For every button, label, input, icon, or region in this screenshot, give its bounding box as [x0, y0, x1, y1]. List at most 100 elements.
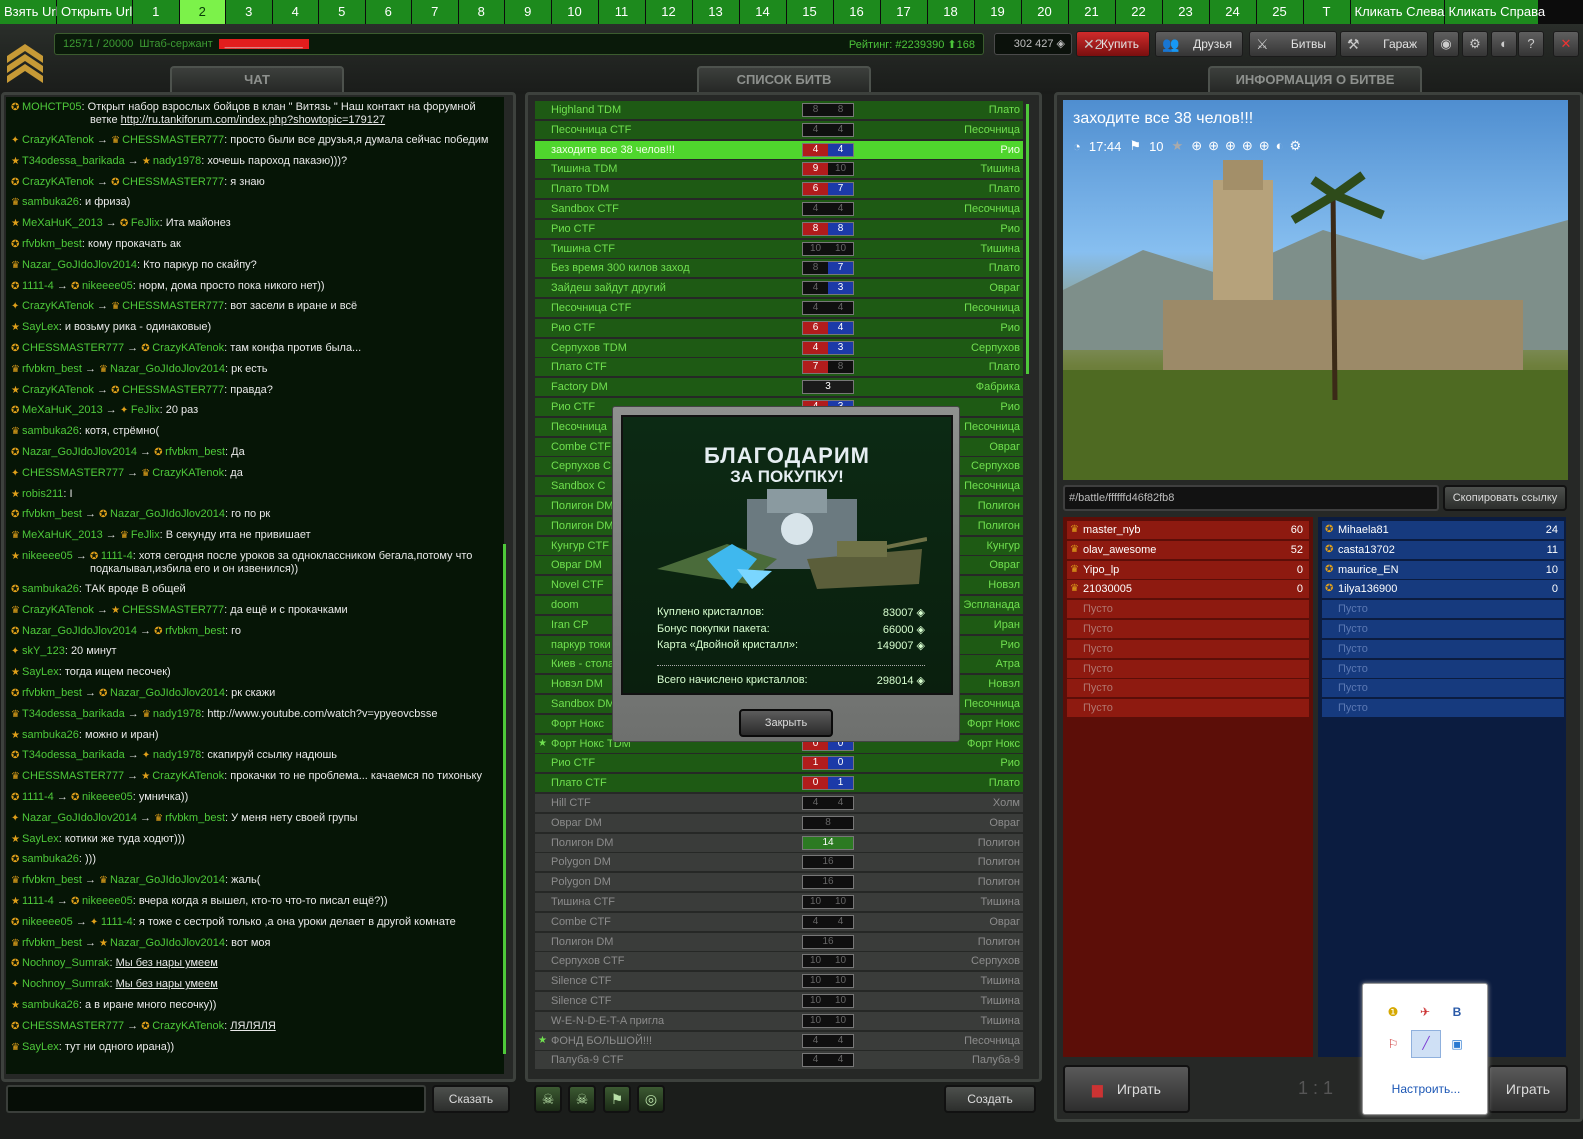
tab-number-12[interactable]: 12	[645, 0, 693, 24]
battle-url-field[interactable]: #/battle/ffffffd46f82fb8	[1063, 485, 1439, 511]
play-red-button[interactable]: ▆ Играть	[1063, 1065, 1190, 1113]
message-sender[interactable]: sambuka26	[22, 999, 79, 1011]
buy-button[interactable]: ✕2 Купить	[1076, 31, 1150, 57]
battle-row[interactable]: Полигон DM 16 Полигон	[535, 932, 1023, 951]
tab-number-6[interactable]: 6	[365, 0, 412, 24]
message-recipient[interactable]: CrazyKATenok	[152, 770, 224, 782]
sound-icon[interactable]: ◐	[1491, 31, 1517, 57]
battle-row[interactable]: Полигон DM 14 Полигон	[535, 833, 1023, 852]
tab-number-4[interactable]: 4	[272, 0, 319, 24]
battle-row[interactable]: Тишина TDM 9 10 Тишина	[535, 160, 1023, 179]
message-recipient[interactable]: rfvbkm_best	[165, 446, 225, 458]
tab-number-21[interactable]: 21	[1068, 0, 1116, 24]
message-sender[interactable]: CHESSMASTER777	[22, 342, 124, 354]
gear-icon[interactable]: ⚙	[1462, 31, 1488, 57]
battle-row[interactable]: Овраг DM 8 Овраг	[535, 813, 1023, 832]
message-sender[interactable]: SayLex	[22, 666, 59, 678]
message-recipient[interactable]: nikeeee05	[82, 791, 133, 803]
battle-row[interactable]: W-E-N-D-E-T-A пригла 10 10 Тишина	[535, 1011, 1023, 1030]
battle-row[interactable]: Рио CTF 8 8 Рио	[535, 219, 1023, 238]
battle-row[interactable]: Без время 300 килов заход 8 7 Плато	[535, 259, 1023, 278]
message-sender[interactable]: CrazyKATenok	[22, 300, 94, 312]
message-sender[interactable]: Nazar_GoJIdoJlov2014	[22, 446, 137, 458]
message-sender[interactable]: nikeeee05	[22, 550, 73, 562]
message-sender[interactable]: CrazyKATenok	[22, 604, 94, 616]
battle-row[interactable]: Тишина CTF 10 10 Тишина	[535, 893, 1023, 911]
tab-number-15[interactable]: 15	[786, 0, 834, 24]
battle-row[interactable]: Polygon DM 16 Полигон	[535, 873, 1023, 892]
message-recipient[interactable]: FeJlix	[131, 529, 160, 541]
message-sender[interactable]: T34odessa_barikada	[22, 749, 125, 761]
message-recipient[interactable]: 1111-4	[101, 916, 133, 928]
battle-row[interactable]: Песочница CTF 4 4 Песочница	[535, 120, 1023, 139]
tab-number-8[interactable]: 8	[458, 0, 505, 24]
message-sender[interactable]: rfvbkm_best	[22, 937, 82, 949]
battle-row[interactable]: Серпухов CTF 10 10 Серпухов	[535, 952, 1023, 971]
message-sender[interactable]: Nochnoy_Sumrak	[22, 978, 109, 990]
message-recipient[interactable]: CHESSMASTER777	[122, 176, 224, 188]
message-sender[interactable]: sambuka26	[22, 729, 79, 741]
message-recipient[interactable]: rfvbkm_best	[165, 625, 225, 637]
tab-number-13[interactable]: 13	[692, 0, 740, 24]
display-icon[interactable]: ▣	[1445, 1032, 1469, 1056]
message-sender[interactable]: CHESSMASTER777	[22, 467, 124, 479]
tab-number-9[interactable]: 9	[505, 0, 552, 24]
message-recipient[interactable]: CrazyKATenok	[152, 1020, 224, 1032]
message-sender[interactable]: CrazyKATenok	[22, 134, 94, 146]
network-icon[interactable]: ⚐	[1381, 1032, 1405, 1056]
message-sender[interactable]: МОНСТР05	[22, 101, 82, 113]
tab-number-14[interactable]: 14	[739, 0, 787, 24]
chat-scrollbar[interactable]	[503, 544, 506, 1054]
battle-list-scrollbar[interactable]	[1026, 104, 1029, 374]
message-sender[interactable]: SayLex	[22, 833, 59, 845]
chat-input[interactable]	[6, 1085, 426, 1113]
battle-row[interactable]: Рио CTF 6 4 Рио	[535, 318, 1023, 337]
message-recipient[interactable]: rfvbkm_best	[165, 812, 225, 824]
message-recipient[interactable]: nady1978	[153, 155, 201, 167]
battle-row[interactable]: Тишина CTF 10 10 Тишина	[535, 239, 1023, 258]
message-sender[interactable]: 1111-4	[22, 791, 54, 803]
close-dialog-button[interactable]: Закрыть	[739, 709, 833, 737]
player-row[interactable]: ✪ maurice_EN 10	[1322, 560, 1564, 579]
say-button[interactable]: Сказать	[432, 1085, 510, 1113]
message-sender[interactable]: T34odessa_barikada	[22, 708, 125, 720]
battle-row[interactable]: Silence CTF 10 10 Тишина	[535, 992, 1023, 1010]
message-sender[interactable]: MeXaHuK_2013	[22, 217, 103, 229]
message-sender[interactable]: SayLex	[22, 321, 59, 333]
tab-number-7[interactable]: 7	[412, 0, 459, 24]
copy-link-button[interactable]: Скопировать ссылку	[1443, 485, 1567, 511]
battle-row[interactable]: Hill CTF 4 4 Холм	[535, 794, 1023, 812]
message-sender[interactable]: sambuka26	[22, 425, 79, 437]
message-sender[interactable]: sambuka26	[22, 853, 79, 865]
tab-number-5[interactable]: 5	[319, 0, 366, 24]
tab-number-16[interactable]: 16	[833, 0, 881, 24]
click-left-button[interactable]: Кликать Слева	[1350, 0, 1445, 24]
message-recipient[interactable]: nady1978	[153, 708, 201, 720]
tab-number-11[interactable]: 11	[598, 0, 646, 24]
message-sender[interactable]: Nazar_GoJIdoJlov2014	[22, 259, 137, 271]
tray-app-icon[interactable]: ✈	[1413, 1000, 1437, 1024]
take-url-button[interactable]: Взять Url	[0, 0, 59, 24]
message-sender[interactable]: 1111-4	[22, 280, 54, 292]
message-sender[interactable]: sambuka26	[22, 196, 79, 208]
battle-row[interactable]: Silence CTF 10 10 Тишина	[535, 972, 1023, 991]
message-sender[interactable]: CHESSMASTER777	[22, 1020, 124, 1032]
message-recipient[interactable]: 1111-4	[101, 550, 133, 562]
message-recipient[interactable]: CHESSMASTER777	[122, 384, 224, 396]
friends-button[interactable]: 👥 Друзья	[1155, 31, 1243, 57]
message-recipient[interactable]: FeJlix	[131, 404, 160, 416]
message-recipient[interactable]: CrazyKATenok	[152, 467, 224, 479]
player-row[interactable]: ✪ casta13702 11	[1322, 540, 1564, 559]
message-sender[interactable]: MeXaHuK_2013	[22, 529, 103, 541]
battle-row[interactable]: ★ ФОНД БОЛЬШОЙ!!! 4 4 Песочница	[535, 1031, 1023, 1050]
message-sender[interactable]: 1111-4	[22, 895, 54, 907]
player-row[interactable]: ♛ Yipo_lp 0	[1067, 560, 1309, 579]
battle-row[interactable]: Песочница CTF 4 4 Песочница	[535, 299, 1023, 317]
message-recipient[interactable]: CHESSMASTER777	[122, 604, 224, 616]
message-sender[interactable]: Nochnoy_Sumrak	[22, 957, 109, 969]
battle-row[interactable]: Зайдеш зайдут другий 4 3 Овраг	[535, 279, 1023, 298]
message-sender[interactable]: robis211	[22, 488, 63, 500]
message-sender[interactable]: rfvbkm_best	[22, 363, 82, 375]
message-recipient[interactable]: Nazar_GoJIdoJlov2014	[110, 687, 225, 699]
message-sender[interactable]: MeXaHuK_2013	[22, 404, 103, 416]
